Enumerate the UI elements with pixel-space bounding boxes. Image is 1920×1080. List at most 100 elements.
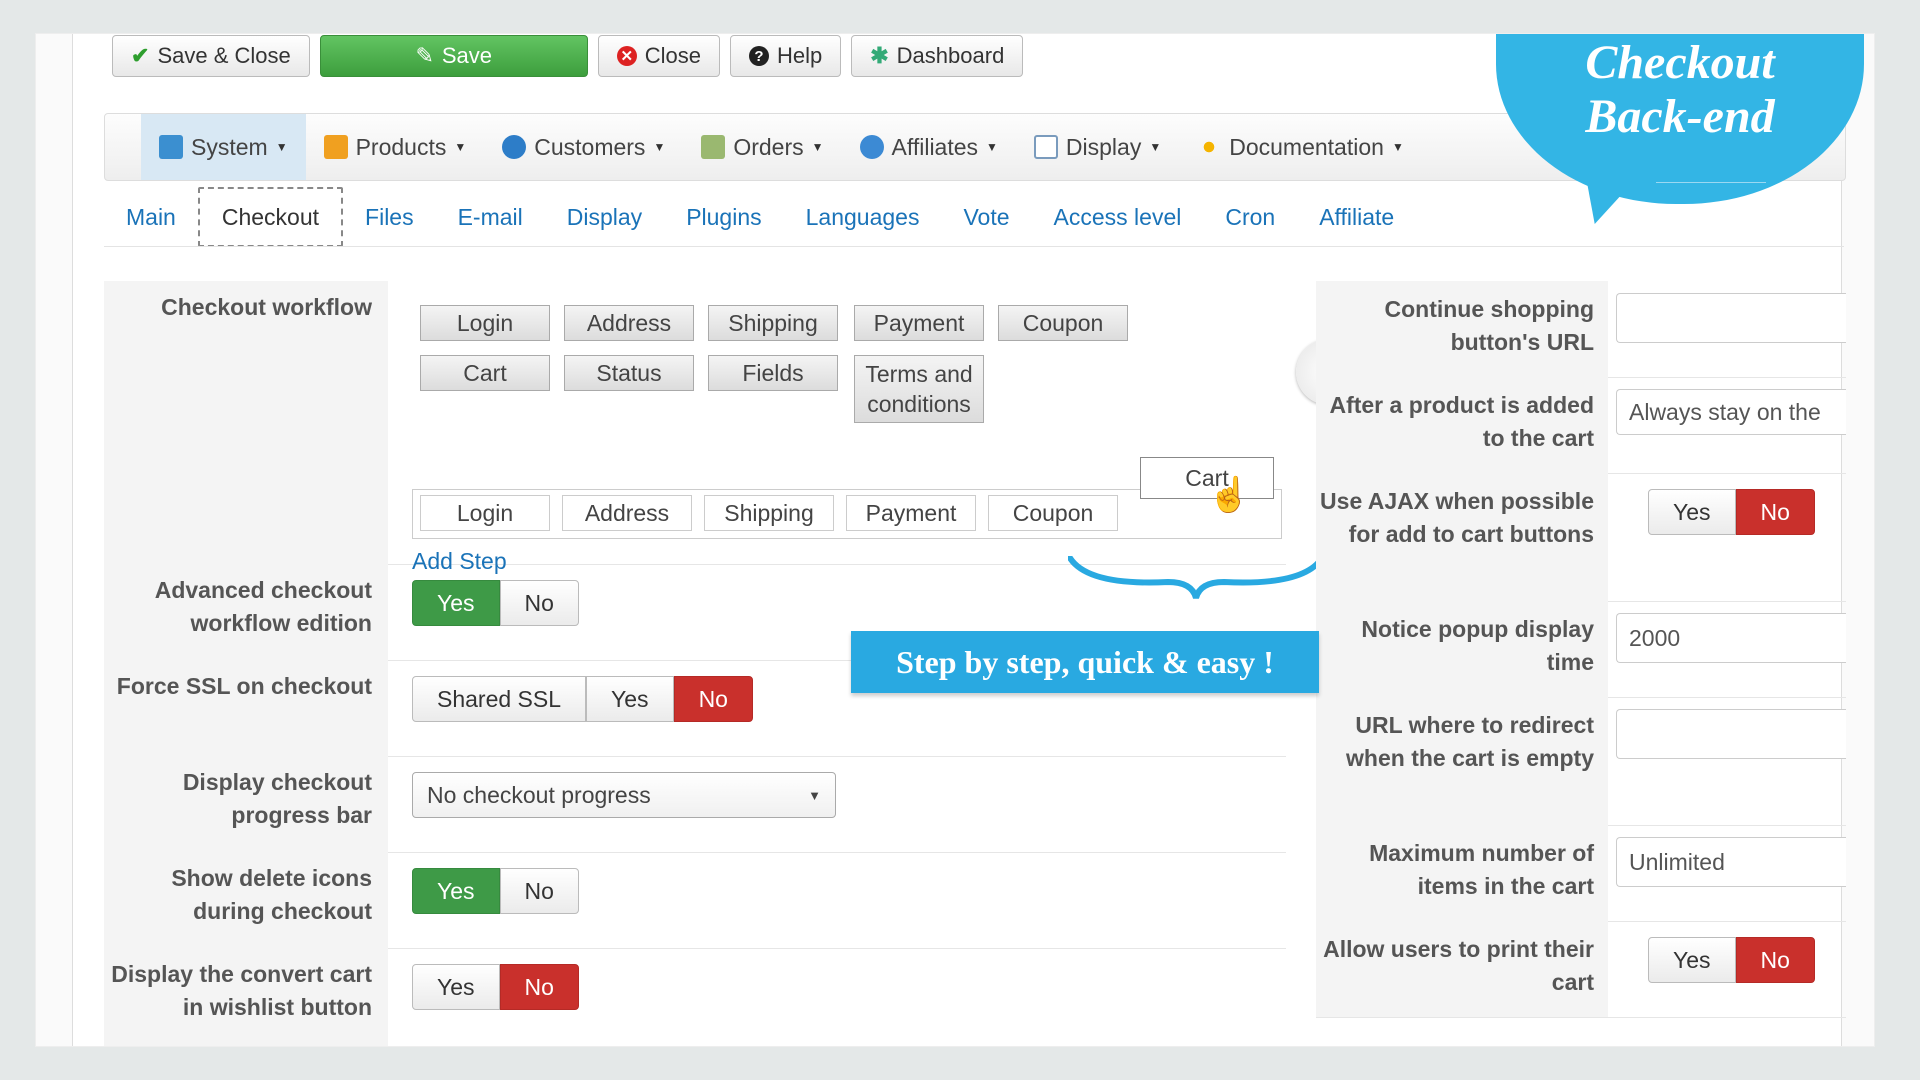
step-terms[interactable]: Terms and conditions <box>854 355 984 423</box>
tab-plugins[interactable]: Plugins <box>664 187 783 247</box>
workflow-step-payment[interactable]: Payment <box>846 495 976 531</box>
tab-files[interactable]: Files <box>343 187 436 247</box>
promo-banner: Step by step, quick & easy ! <box>851 631 1319 693</box>
continue-url-input[interactable] <box>1616 293 1846 343</box>
ssl-yes-button[interactable]: Yes <box>586 676 674 722</box>
workflow-label: Checkout workflow <box>104 281 388 564</box>
wishlist-no-button[interactable]: No <box>499 964 579 1010</box>
popup-time-row: Notice popup display time 2000 <box>1316 601 1846 698</box>
print-cart-toggle: Yes No <box>1648 937 1815 983</box>
caret-down-icon: ▼ <box>1391 140 1404 154</box>
tabs-divider <box>104 246 1844 247</box>
step-cart[interactable]: Cart <box>420 355 550 391</box>
step-shipping[interactable]: Shipping <box>708 305 838 341</box>
bubble-line-2: Back-end <box>1585 90 1775 143</box>
workflow-step-shipping[interactable]: Shipping <box>704 495 834 531</box>
progress-bar-select[interactable]: No checkout progress ▼ <box>412 772 836 818</box>
help-icon: ? <box>748 46 769 66</box>
help-button[interactable]: ? Help <box>729 35 842 77</box>
clipboard-icon <box>701 135 726 159</box>
tab-main[interactable]: Main <box>104 187 198 247</box>
save-button[interactable]: ✎ Save <box>319 35 588 77</box>
dragging-step-cart[interactable]: Cart <box>1140 457 1274 499</box>
menu-customers[interactable]: Customers ▼ <box>484 114 683 180</box>
documentation-icon <box>1197 135 1222 159</box>
tab-affiliate[interactable]: Affiliate <box>1297 187 1416 247</box>
progress-bar-label: Display checkout progress bar <box>104 756 388 852</box>
wishlist-label: Display the convert cart in wishlist but… <box>104 948 388 1046</box>
max-items-input[interactable]: Unlimited <box>1616 837 1846 887</box>
menu-orders[interactable]: Orders ▼ <box>683 114 841 180</box>
tab-languages[interactable]: Languages <box>784 187 942 247</box>
delete-icons-no-button[interactable]: No <box>499 868 579 914</box>
continue-url-label: Continue shopping button's URL <box>1316 281 1608 377</box>
save-close-button[interactable]: ✔ Save & Close <box>112 35 310 77</box>
display-icon <box>1033 135 1058 159</box>
ssl-shared-button[interactable]: Shared SSL <box>412 676 587 722</box>
continue-url-row: Continue shopping button's URL <box>1316 281 1846 378</box>
menu-system[interactable]: System ▼ <box>141 114 306 180</box>
delete-icons-row: Show delete icons during checkout Yes No <box>104 852 1286 949</box>
workflow-editor: Login Address Shipping Payment Coupon Ca… <box>402 281 1362 599</box>
delete-icons-yes-button[interactable]: Yes <box>412 868 500 914</box>
force-ssl-label: Force SSL on checkout <box>104 660 388 756</box>
dashboard-button[interactable]: ✱ Dashboard <box>851 35 1024 77</box>
menu-documentation[interactable]: Documentation ▼ <box>1179 114 1422 180</box>
advanced-workflow-toggle: Yes No <box>412 580 579 626</box>
popup-time-input[interactable]: 2000 <box>1616 613 1846 663</box>
tab-email[interactable]: E-mail <box>436 187 545 247</box>
advanced-yes-button[interactable]: Yes <box>412 580 500 626</box>
menu-products[interactable]: Products ▼ <box>306 114 485 180</box>
print-cart-no-button[interactable]: No <box>1735 937 1815 983</box>
workflow-row: Checkout workflow Login Address Shipping… <box>104 281 1362 599</box>
redirect-url-row: URL where to redirect when the cart is e… <box>1316 697 1846 826</box>
tab-checkout[interactable]: Checkout <box>197 187 344 247</box>
wishlist-toggle: Yes No <box>412 964 579 1010</box>
menu-display[interactable]: Display ▼ <box>1016 114 1179 180</box>
popup-time-label: Notice popup display time <box>1316 601 1608 697</box>
menu-affiliates[interactable]: Affiliates ▼ <box>842 114 1016 180</box>
edit-icon: ✎ <box>415 43 434 68</box>
tab-display[interactable]: Display <box>545 187 664 247</box>
step-payment[interactable]: Payment <box>854 305 984 341</box>
step-fields[interactable]: Fields <box>708 355 838 391</box>
wishlist-row: Display the convert cart in wishlist but… <box>104 948 1286 1046</box>
tab-cron[interactable]: Cron <box>1203 187 1297 247</box>
max-items-label: Maximum number of items in the cart <box>1316 825 1608 921</box>
workflow-step-address[interactable]: Address <box>562 495 692 531</box>
hand-cursor-icon: ☝ <box>1208 476 1251 514</box>
redirect-url-label: URL where to redirect when the cart is e… <box>1316 697 1608 825</box>
force-ssl-toggle: Shared SSL Yes No <box>412 676 753 722</box>
delete-icons-toggle: Yes No <box>412 868 579 914</box>
close-button[interactable]: ✕ Close <box>597 35 720 77</box>
ssl-no-button[interactable]: No <box>673 676 753 722</box>
bubble-line-1: Checkout <box>1585 36 1775 89</box>
print-cart-yes-button[interactable]: Yes <box>1648 937 1736 983</box>
step-address[interactable]: Address <box>564 305 694 341</box>
print-cart-label: Allow users to print their cart <box>1316 921 1608 1017</box>
workflow-step-coupon[interactable]: Coupon <box>988 495 1118 531</box>
users-icon <box>502 135 527 159</box>
tab-vote[interactable]: Vote <box>941 187 1031 247</box>
workflow-step-login[interactable]: Login <box>420 495 550 531</box>
check-icon: ✔ <box>131 43 150 68</box>
box-icon <box>323 135 348 159</box>
wishlist-yes-button[interactable]: Yes <box>412 964 500 1010</box>
after-add-label: After a product is added to the cart <box>1316 377 1608 473</box>
progress-bar-row: Display checkout progress bar No checkou… <box>104 756 1286 853</box>
advanced-no-button[interactable]: No <box>499 580 579 626</box>
ajax-yes-button[interactable]: Yes <box>1648 489 1736 535</box>
max-items-row: Maximum number of items in the cart Unli… <box>1316 825 1846 922</box>
step-status[interactable]: Status <box>564 355 694 391</box>
step-coupon[interactable]: Coupon <box>998 305 1128 341</box>
redirect-url-input[interactable] <box>1616 709 1846 759</box>
after-add-select[interactable]: Always stay on the <box>1616 389 1846 435</box>
advanced-workflow-label: Advanced checkout workflow edition <box>104 564 388 660</box>
caret-down-icon: ▼ <box>1149 140 1162 154</box>
tab-access-level[interactable]: Access level <box>1032 187 1204 247</box>
print-cart-row: Allow users to print their cart Yes No <box>1316 921 1846 1018</box>
caret-down-icon: ▼ <box>275 140 288 154</box>
ajax-no-button[interactable]: No <box>1735 489 1815 535</box>
ajax-toggle: Yes No <box>1648 489 1815 535</box>
step-login[interactable]: Login <box>420 305 550 341</box>
